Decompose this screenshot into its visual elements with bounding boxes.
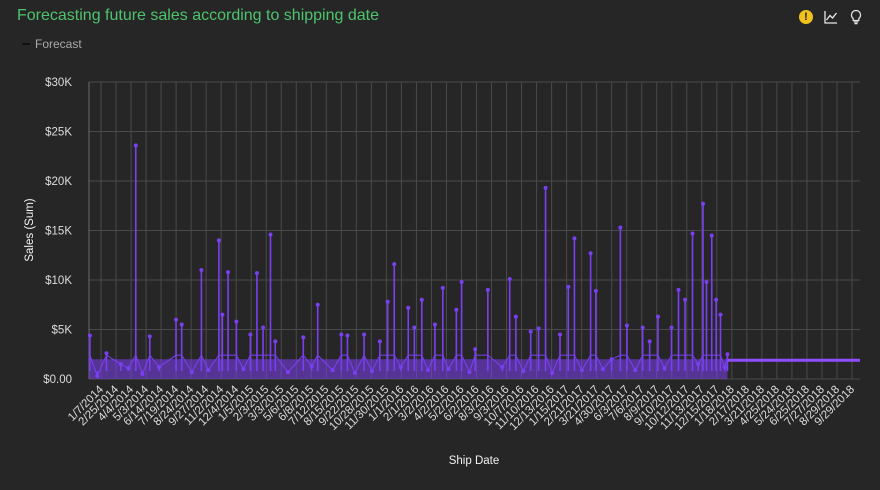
data-point[interactable]	[412, 325, 417, 330]
data-point[interactable]	[179, 322, 184, 327]
data-point[interactable]	[640, 325, 645, 330]
y-tick-label: $0.00	[43, 374, 72, 386]
data-point[interactable]	[579, 368, 584, 373]
data-point[interactable]	[536, 326, 541, 331]
data-point[interactable]	[118, 362, 123, 367]
data-point[interactable]	[718, 312, 723, 317]
data-point[interactable]	[140, 372, 145, 377]
y-tick-label: $15K	[45, 226, 72, 238]
data-point[interactable]	[662, 366, 667, 371]
data-point[interactable]	[618, 225, 623, 230]
data-point[interactable]	[543, 185, 548, 190]
data-point[interactable]	[633, 368, 638, 373]
data-point[interactable]	[392, 262, 397, 267]
data-point[interactable]	[473, 347, 478, 352]
data-point[interactable]	[521, 369, 526, 374]
data-point[interactable]	[369, 369, 374, 374]
grid	[88, 81, 860, 380]
data-point[interactable]	[406, 305, 411, 310]
data-point[interactable]	[593, 288, 598, 293]
data-point[interactable]	[199, 268, 204, 273]
data-point[interactable]	[95, 374, 100, 379]
data-point[interactable]	[609, 357, 614, 362]
data-point[interactable]	[261, 325, 266, 330]
data-point[interactable]	[285, 370, 290, 375]
data-point[interactable]	[226, 270, 231, 275]
data-point[interactable]	[216, 238, 221, 243]
series-lines	[89, 145, 860, 378]
data-point[interactable]	[385, 299, 390, 304]
data-point[interactable]	[301, 335, 306, 340]
data-point[interactable]	[669, 325, 674, 330]
x-axis-label: Ship Date	[449, 455, 500, 467]
data-point[interactable]	[147, 334, 152, 339]
data-point[interactable]	[156, 365, 161, 370]
data-point[interactable]	[268, 232, 273, 237]
data-point[interactable]	[234, 319, 239, 324]
data-point[interactable]	[330, 368, 335, 373]
data-point[interactable]	[126, 366, 131, 371]
data-point[interactable]	[500, 365, 505, 370]
data-point[interactable]	[572, 236, 577, 241]
data-point[interactable]	[647, 339, 652, 344]
data-point[interactable]	[714, 297, 719, 302]
data-point[interactable]	[709, 233, 714, 238]
data-point[interactable]	[690, 231, 695, 236]
data-point[interactable]	[273, 339, 278, 344]
y-tick-label: $30K	[45, 77, 72, 89]
y-tick-label: $25K	[45, 127, 72, 139]
data-point[interactable]	[377, 339, 382, 344]
y-tick-label: $20K	[45, 176, 72, 188]
data-point[interactable]	[254, 271, 259, 276]
data-point[interactable]	[485, 287, 490, 292]
data-point[interactable]	[676, 287, 681, 292]
data-point[interactable]	[87, 333, 92, 338]
data-point[interactable]	[104, 351, 109, 356]
data-point[interactable]	[419, 297, 424, 302]
data-point[interactable]	[557, 332, 562, 337]
data-point[interactable]	[454, 307, 459, 312]
data-point[interactable]	[725, 352, 730, 357]
data-point[interactable]	[248, 332, 253, 337]
data-point[interactable]	[507, 277, 512, 282]
data-point[interactable]	[696, 362, 701, 367]
data-point[interactable]	[683, 297, 688, 302]
data-point[interactable]	[220, 312, 225, 317]
data-point[interactable]	[432, 322, 437, 327]
data-point[interactable]	[174, 317, 179, 322]
data-point[interactable]	[566, 284, 571, 289]
data-point[interactable]	[722, 365, 727, 370]
data-point[interactable]	[459, 279, 464, 284]
data-point[interactable]	[440, 285, 445, 290]
data-point[interactable]	[467, 370, 472, 375]
data-point[interactable]	[352, 371, 357, 376]
y-tick-label: $5K	[52, 325, 73, 337]
data-point[interactable]	[315, 302, 320, 307]
data-point[interactable]	[206, 368, 211, 373]
y-tick-label: $10K	[45, 275, 72, 287]
data-point[interactable]	[362, 332, 367, 337]
data-point[interactable]	[513, 314, 518, 319]
data-point[interactable]	[704, 279, 709, 284]
data-point[interactable]	[425, 368, 430, 373]
data-point[interactable]	[189, 370, 194, 375]
data-point[interactable]	[528, 329, 533, 334]
data-point[interactable]	[588, 251, 593, 256]
data-point[interactable]	[339, 332, 344, 337]
data-point[interactable]	[241, 367, 246, 372]
data-point[interactable]	[345, 333, 350, 338]
data-point[interactable]	[600, 367, 605, 372]
data-point[interactable]	[398, 365, 403, 370]
data-point[interactable]	[133, 143, 138, 148]
y-axis-label: Sales (Sum)	[24, 198, 36, 261]
data-point[interactable]	[446, 367, 451, 372]
data-point[interactable]	[701, 201, 706, 206]
data-point[interactable]	[309, 364, 314, 369]
chart-area: $0.00$5K$10K$15K$20K$25K$30K1/7/20142/25…	[24, 77, 860, 467]
data-point[interactable]	[624, 323, 629, 328]
data-point[interactable]	[655, 314, 660, 319]
data-point[interactable]	[550, 371, 555, 376]
